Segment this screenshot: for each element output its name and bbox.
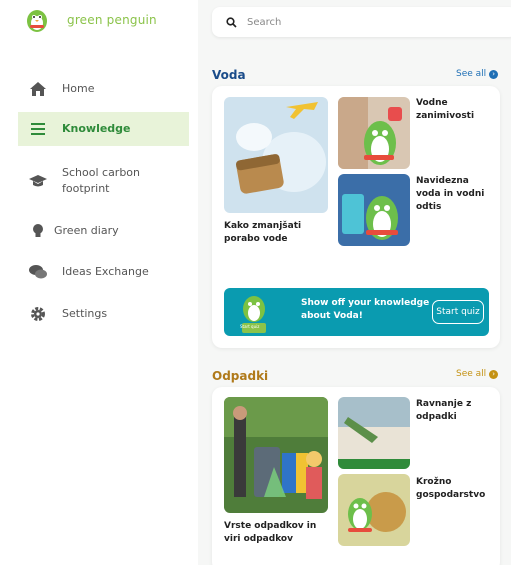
nav-item-ideas-exchange[interactable]: Ideas Exchange xyxy=(18,262,189,282)
nav-item-knowledge[interactable]: Knowledge xyxy=(18,112,189,146)
nav-label: Knowledge xyxy=(62,122,131,135)
article-caption[interactable]: Vrste odpadkov in viri odpadkov xyxy=(224,520,328,546)
article-thumb-krozno-gospodarstvo[interactable] xyxy=(338,474,410,546)
article-caption[interactable]: Krožno gospodarstvo xyxy=(416,476,496,502)
article-caption[interactable]: Kako zmanjšati porabo vode xyxy=(224,220,328,246)
article-caption[interactable]: Navidezna voda in vodni odtis xyxy=(416,175,496,214)
nav-label: Home xyxy=(62,82,95,95)
arrow-right-icon: › xyxy=(489,369,499,379)
nav-label: Settings xyxy=(62,307,108,320)
see-all-odpadki-link[interactable]: See all › xyxy=(456,369,499,379)
nav-item-settings[interactable]: Settings xyxy=(18,304,189,324)
section-card-odpadki: Vrste odpadkov in viri odpadkov Ravnanje… xyxy=(212,387,500,565)
start-quiz-button[interactable]: Start quiz xyxy=(432,300,484,324)
quiz-banner-voda[interactable]: Start quiz Show off your knowledge about… xyxy=(224,288,489,336)
sidebar: green penguin Home Knowledge School carb… xyxy=(0,0,198,565)
brand-logo[interactable]: green penguin xyxy=(24,6,157,34)
home-icon xyxy=(28,79,48,99)
quiz-badge-label: Start quiz xyxy=(240,324,260,329)
nav-item-green-diary[interactable]: Green diary xyxy=(18,221,189,241)
article-caption[interactable]: Vodne zanimivosti xyxy=(416,97,496,123)
search-bar[interactable] xyxy=(212,7,511,37)
gear-icon xyxy=(28,304,48,324)
quiz-banner-text: Show off your knowledge about Voda! xyxy=(301,298,430,321)
see-all-label: See all xyxy=(456,369,487,379)
brand-name: green penguin xyxy=(67,13,157,27)
nav-label: Green diary xyxy=(54,224,119,237)
section-title-odpadki: Odpadki xyxy=(212,369,269,383)
graduation-cap-icon xyxy=(28,171,48,191)
list-icon xyxy=(28,119,48,139)
article-thumb-vrste-odpadkov[interactable] xyxy=(224,397,328,513)
section-title-voda: Voda xyxy=(212,68,246,82)
lightbulb-icon xyxy=(28,221,48,241)
article-thumb-vodne-zanimivosti[interactable] xyxy=(338,97,410,169)
article-thumb-navidezna-voda[interactable] xyxy=(338,174,410,246)
nav-item-school-carbon-footprint[interactable]: School carbon footprint xyxy=(18,165,189,197)
see-all-label: See all xyxy=(456,69,487,79)
see-all-voda-link[interactable]: See all › xyxy=(456,69,499,79)
article-thumb-kako-zmanjsati[interactable] xyxy=(224,97,328,213)
search-icon xyxy=(226,16,237,28)
nav-label: School carbon footprint xyxy=(62,166,141,195)
article-thumb-ravnanje-z-odpadki[interactable] xyxy=(338,397,410,469)
search-input[interactable] xyxy=(247,16,477,28)
penguin-logo-icon xyxy=(27,10,47,32)
arrow-right-icon: › xyxy=(489,69,499,79)
nav-label: Ideas Exchange xyxy=(62,265,149,278)
nav-item-home[interactable]: Home xyxy=(18,79,189,99)
article-caption[interactable]: Ravnanje z odpadki xyxy=(416,398,496,424)
chat-icon xyxy=(28,262,48,282)
section-card-voda: Kako zmanjšati porabo vode Vodne zanimiv… xyxy=(212,86,500,348)
